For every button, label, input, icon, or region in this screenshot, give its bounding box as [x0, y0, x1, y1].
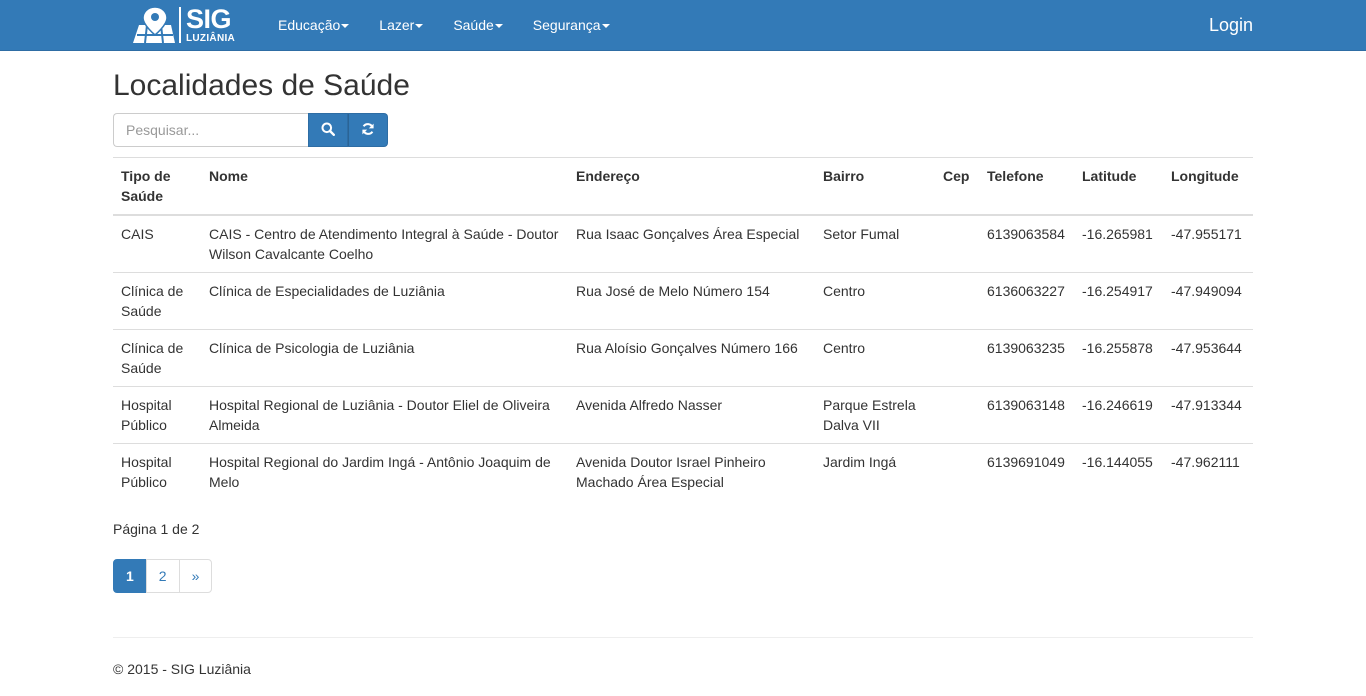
- nav-label-saude: Saúde: [453, 17, 494, 33]
- column-header[interactable]: Latitude: [1074, 157, 1163, 216]
- cell-telefone: 6139691049: [979, 443, 1074, 500]
- nav-label-seguranca: Segurança: [532, 17, 601, 33]
- cell-nome: Hospital Regional do Jardim Ingá - Antôn…: [201, 443, 568, 500]
- cell-telefone: 6139063584: [979, 214, 1074, 273]
- column-header[interactable]: Tipo de Saúde: [113, 157, 201, 216]
- cell-bairro: Parque Estrela Dalva VII: [815, 386, 935, 444]
- cell-endereco: Rua Aloísio Gonçalves Número 166: [568, 329, 815, 387]
- map-pin-logo-icon: [131, 5, 175, 45]
- next-page-button[interactable]: »: [178, 559, 213, 593]
- cell-bairro: Setor Fumal: [815, 214, 935, 273]
- table-row: Hospital Público Hospital Regional do Ja…: [113, 443, 1253, 500]
- cell-endereco: Rua Isaac Gonçalves Área Especial: [568, 214, 815, 273]
- cell-endereco: Rua José de Melo Número 154: [568, 272, 815, 330]
- column-header[interactable]: Telefone: [979, 157, 1074, 216]
- cell-tipo: Clínica de Saúde: [113, 329, 201, 387]
- cell-telefone: 6139063235: [979, 329, 1074, 387]
- brand-logo-link[interactable]: SIG LUZIÂNIA: [131, 4, 241, 46]
- login-link[interactable]: Login: [1209, 0, 1253, 50]
- brand-city: LUZIÂNIA: [186, 33, 236, 44]
- nav-label-lazer: Lazer: [379, 17, 415, 33]
- column-header[interactable]: Bairro: [815, 157, 935, 216]
- cell-tipo: CAIS: [113, 214, 201, 273]
- nav-dropdown-seguranca[interactable]: Segurança: [518, 0, 625, 50]
- nav-dropdown-educacao[interactable]: Educação: [263, 0, 364, 50]
- main-nav-menu: Educação Lazer Saúde Segurança: [263, 0, 625, 50]
- column-header[interactable]: Endereço: [568, 157, 815, 216]
- cell-cep: [935, 386, 979, 444]
- cell-tipo: Hospital Público: [113, 386, 201, 444]
- health-locations-table: Tipo de Saúde Nome Endereço Bairro Cep T…: [113, 157, 1253, 500]
- cell-cep: [935, 214, 979, 273]
- cell-latitude: -16.255878: [1074, 329, 1163, 387]
- table-row: CAIS CAIS - Centro de Atendimento Integr…: [113, 214, 1253, 273]
- cell-longitude: -47.953644: [1163, 329, 1253, 387]
- search-input[interactable]: [113, 113, 308, 147]
- cell-latitude: -16.144055: [1074, 443, 1163, 500]
- cell-cep: [935, 329, 979, 387]
- cell-cep: [935, 272, 979, 330]
- caret-down-icon: [601, 24, 610, 29]
- page-button-1[interactable]: 1: [113, 559, 147, 593]
- cell-tipo: Clínica de Saúde: [113, 272, 201, 330]
- page-title: Localidades de Saúde: [113, 69, 410, 102]
- table-header-row: Tipo de Saúde Nome Endereço Bairro Cep T…: [113, 157, 1253, 216]
- footer-copyright: © 2015 - SIG Luziânia: [113, 661, 251, 677]
- refresh-button[interactable]: [348, 113, 388, 147]
- page-button-2[interactable]: 2: [145, 559, 180, 593]
- cell-nome: Clínica de Psicologia de Luziânia: [201, 329, 568, 387]
- column-header[interactable]: Cep: [935, 157, 979, 216]
- cell-endereco: Avenida Alfredo Nasser: [568, 386, 815, 444]
- cell-tipo: Hospital Público: [113, 443, 201, 500]
- cell-nome: Clínica de Especialidades de Luziânia: [201, 272, 568, 330]
- nav-dropdown-saude[interactable]: Saúde: [438, 0, 517, 50]
- caret-down-icon: [415, 24, 424, 29]
- page-info-text: Página 1 de 2: [113, 521, 200, 537]
- cell-telefone: 6139063148: [979, 386, 1074, 444]
- table-row: Clínica de Saúde Clínica de Psicologia d…: [113, 329, 1253, 387]
- table-row: Clínica de Saúde Clínica de Especialidad…: [113, 272, 1253, 330]
- cell-latitude: -16.265981: [1074, 214, 1163, 273]
- cell-nome: Hospital Regional de Luziânia - Doutor E…: [201, 386, 568, 444]
- nav-dropdown-lazer[interactable]: Lazer: [364, 0, 438, 50]
- cell-longitude: -47.962111: [1163, 443, 1253, 500]
- column-header[interactable]: Longitude: [1163, 157, 1253, 216]
- cell-longitude: -47.913344: [1163, 386, 1253, 444]
- search-button[interactable]: [308, 113, 348, 147]
- footer-divider: [113, 637, 1253, 638]
- pagination: 1 2 »: [113, 559, 213, 593]
- search-group: [113, 113, 388, 147]
- cell-latitude: -16.254917: [1074, 272, 1163, 330]
- caret-down-icon: [341, 24, 350, 29]
- cell-nome: CAIS - Centro de Atendimento Integral à …: [201, 214, 568, 273]
- caret-down-icon: [494, 24, 503, 29]
- cell-cep: [935, 443, 979, 500]
- top-navbar: SIG LUZIÂNIA Educação Lazer Saúde Segura…: [0, 0, 1366, 51]
- cell-longitude: -47.955171: [1163, 214, 1253, 273]
- cell-telefone: 6136063227: [979, 272, 1074, 330]
- brand-text: SIG LUZIÂNIA: [186, 6, 235, 44]
- brand-name: SIG: [186, 4, 232, 34]
- cell-longitude: -47.949094: [1163, 272, 1253, 330]
- cell-latitude: -16.246619: [1074, 386, 1163, 444]
- table-row: Hospital Público Hospital Regional de Lu…: [113, 386, 1253, 444]
- cell-bairro: Centro: [815, 329, 935, 387]
- cell-bairro: Centro: [815, 272, 935, 330]
- search-icon: [321, 122, 336, 139]
- cell-endereco: Avenida Doutor Israel Pinheiro Machado Á…: [568, 443, 815, 500]
- cell-bairro: Jardim Ingá: [815, 443, 935, 500]
- refresh-icon: [361, 122, 375, 139]
- nav-label-educacao: Educação: [278, 17, 341, 33]
- column-header[interactable]: Nome: [201, 157, 568, 216]
- brand-separator: [179, 7, 181, 43]
